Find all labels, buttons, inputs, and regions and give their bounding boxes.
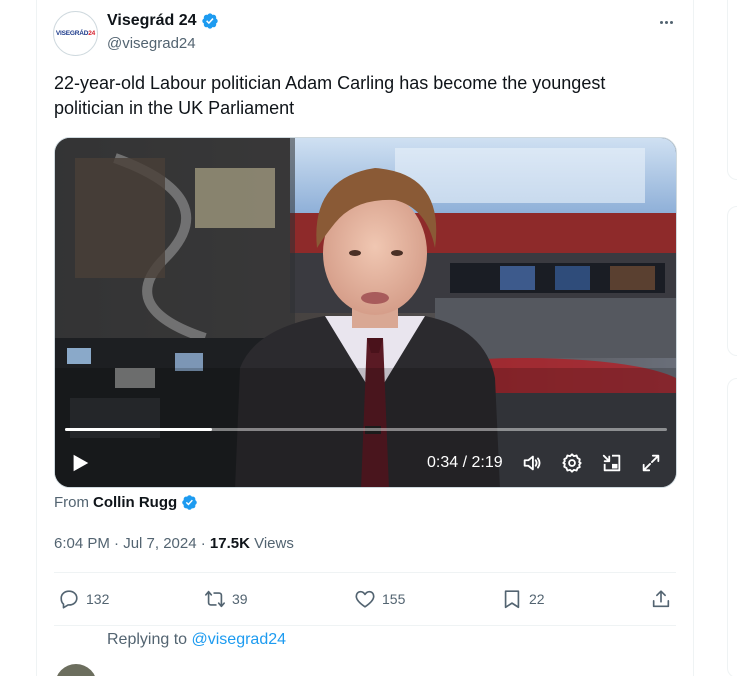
timeline-border-left	[36, 0, 37, 676]
replying-to: Replying to @visegrad24	[107, 631, 286, 649]
from-label: From	[54, 494, 89, 511]
replying-to-label: Replying to	[107, 631, 192, 648]
settings-icon[interactable]	[561, 452, 583, 474]
video-progress-bar[interactable]	[65, 428, 667, 431]
avatar-logo-text: VISEGRÁD24	[55, 30, 96, 37]
author-display-name[interactable]: Visegrád 24	[107, 12, 197, 30]
repost-icon	[205, 590, 225, 608]
video-progress-fill	[65, 428, 213, 431]
sidebar-card	[727, 0, 737, 180]
views-count: 17.5K	[209, 535, 250, 552]
video-time: 0:34 / 2:19	[427, 454, 503, 471]
reply-count: 132	[86, 591, 110, 607]
author-handle[interactable]: @visegrad24	[107, 35, 196, 52]
bookmark-icon	[504, 590, 520, 609]
bookmark-button[interactable]: 22	[501, 588, 545, 610]
divider	[54, 572, 676, 573]
like-button[interactable]: 155	[354, 588, 405, 610]
timeline-border-right	[693, 0, 694, 676]
fullscreen-icon[interactable]	[640, 452, 662, 474]
reply-icon	[60, 590, 78, 609]
author-name-row[interactable]: Visegrád 24	[107, 12, 219, 30]
sidebar-card	[727, 206, 737, 356]
share-button[interactable]	[650, 588, 678, 610]
share-icon	[652, 590, 670, 608]
views-label: Views	[249, 535, 294, 552]
tweet-meta: 6:04 PM · Jul 7, 2024 · 17.5K Views	[54, 535, 294, 552]
sidebar-card	[727, 378, 737, 676]
video-frame	[55, 138, 676, 487]
reply-composer-avatar[interactable]	[55, 664, 97, 676]
verified-badge-icon[interactable]	[181, 494, 198, 511]
volume-icon[interactable]	[521, 452, 543, 474]
pip-icon[interactable]	[601, 452, 623, 474]
like-count: 155	[382, 591, 406, 607]
reply-button[interactable]: 132	[58, 588, 109, 610]
repost-count: 39	[232, 591, 248, 607]
tweet-timestamp[interactable]: 6:04 PM · Jul 7, 2024 ·	[54, 535, 210, 552]
video-player[interactable]: 0:34 / 2:19	[54, 137, 677, 488]
verified-badge-icon[interactable]	[201, 12, 219, 30]
repost-button[interactable]: 39	[204, 588, 248, 610]
source-name[interactable]: Collin Rugg	[93, 494, 177, 511]
bookmark-count: 22	[529, 591, 545, 607]
divider	[54, 625, 676, 626]
author-avatar[interactable]: VISEGRÁD24	[53, 11, 98, 56]
replying-to-handle[interactable]: @visegrad24	[192, 631, 287, 648]
play-icon[interactable]	[69, 452, 91, 474]
tweet-actions: 132 39 155 22	[54, 584, 676, 616]
tweet-text: 22-year-old Labour politician Adam Carli…	[54, 73, 606, 118]
video-source[interactable]: From Collin Rugg	[54, 494, 198, 511]
more-icon[interactable]	[656, 15, 676, 29]
like-icon	[355, 590, 375, 608]
